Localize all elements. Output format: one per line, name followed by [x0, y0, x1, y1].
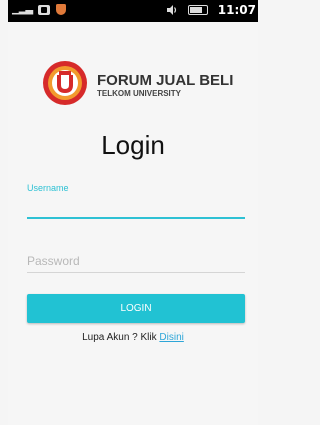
status-bar: ▁▂▃ 11:07 — [8, 0, 258, 22]
username-input[interactable] — [27, 197, 245, 219]
status-right: 11:07 — [166, 3, 256, 17]
forum-logo-icon — [43, 61, 87, 105]
battery-icon — [187, 5, 208, 15]
page-title: Login — [101, 130, 165, 160]
sound-icon — [166, 4, 178, 16]
login-button[interactable]: LOGIN — [27, 294, 245, 323]
bbm-icon — [38, 4, 51, 15]
app-screen: ▁▂▃ 11:07 FORUM JUAL BELI TELKOM UNIVERS… — [8, 0, 258, 425]
sim-signal-icon: ▁▂▃ — [12, 4, 33, 15]
username-field: Username — [27, 183, 245, 219]
logo-title: FORUM JUAL BELI — [97, 72, 234, 89]
app-logo: FORUM JUAL BELI TELKOM UNIVERSITY — [42, 60, 242, 108]
shield-icon — [56, 4, 67, 15]
logo-subtitle: TELKOM UNIVERSITY — [97, 89, 182, 98]
clock: 11:07 — [217, 3, 256, 17]
forgot-account-link[interactable]: Disini — [159, 332, 183, 343]
username-label: Username — [27, 183, 69, 193]
password-input[interactable] — [27, 250, 245, 273]
forgot-account-text: Lupa Akun ? Klik Disini — [8, 332, 258, 343]
status-left: ▁▂▃ — [12, 4, 67, 15]
forgot-account-label: Lupa Akun ? Klik — [82, 332, 157, 343]
password-field — [27, 250, 245, 274]
